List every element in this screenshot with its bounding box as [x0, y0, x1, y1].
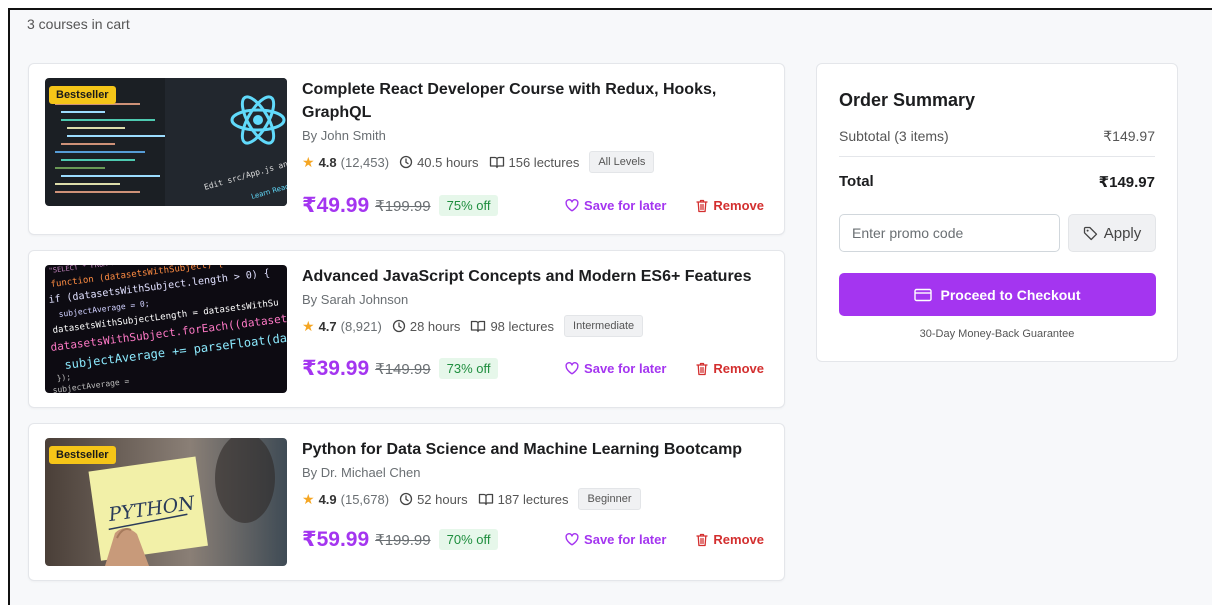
course-title-line1: Python for Data Science and Machine Lear…	[302, 441, 743, 458]
subtotal-value: ₹149.97	[1103, 128, 1155, 144]
course-meta: ★ 4.9 (15,678) 52 hours 187 lectures Beg…	[302, 488, 764, 510]
summary-divider	[839, 156, 1155, 157]
course-rating: 4.9	[318, 491, 337, 507]
ratings-count: (12,453)	[340, 154, 390, 170]
remove-label: Remove	[713, 532, 764, 547]
total-label: Total	[839, 173, 874, 190]
book-open-icon	[489, 155, 505, 169]
cart-count: 3 courses in cart	[27, 16, 130, 32]
bestseller-badge: Bestseller	[49, 86, 116, 104]
order-summary-title: Order Summary	[839, 90, 976, 110]
original-price: ₹199.99	[375, 197, 431, 215]
remove-button[interactable]: Remove	[696, 361, 764, 376]
book-open-icon	[470, 319, 486, 333]
discount-badge: 73% off	[438, 358, 499, 379]
ratings-count: (8,921)	[340, 318, 382, 334]
subtotal-row: Subtotal (3 items) ₹149.97	[839, 128, 1155, 145]
save-for-later-button[interactable]: Save for later	[565, 361, 666, 376]
apply-label: Apply	[1103, 224, 1142, 242]
clock-icon	[399, 155, 413, 169]
course-card-javascript: "SELECT * FROM marks WHERE subject funct…	[28, 250, 785, 408]
apply-promo-button[interactable]: Apply	[1068, 214, 1156, 252]
promo-code-input[interactable]	[839, 214, 1060, 252]
original-price: ₹199.99	[375, 531, 431, 549]
remove-button[interactable]: Remove	[696, 532, 764, 547]
save-label: Save for later	[584, 361, 667, 376]
course-title-line2: GraphQL	[302, 104, 372, 121]
course-hours: 40.5 hours	[417, 154, 479, 170]
credit-card-icon	[914, 288, 933, 301]
course-author: By Dr. Michael Chen	[302, 465, 421, 480]
course-price: ₹39.99	[302, 357, 370, 380]
original-price: ₹149.99	[375, 360, 431, 378]
discount-badge: 75% off	[438, 195, 499, 216]
remove-button[interactable]: Remove	[696, 198, 764, 213]
level-badge: All Levels	[589, 151, 655, 173]
javascript-code-image: "SELECT * FROM marks WHERE subject funct…	[45, 265, 287, 393]
save-label: Save for later	[584, 198, 667, 213]
ratings-count: (15,678)	[340, 491, 390, 507]
course-card-react: Edit src/App.js and save to Learn React …	[28, 63, 785, 235]
course-author: By John Smith	[302, 128, 386, 143]
proceed-to-checkout-button[interactable]: Proceed to Checkout	[839, 273, 1156, 316]
course-hours: 52 hours	[417, 491, 468, 507]
course-price: ₹49.99	[302, 194, 370, 217]
save-for-later-button[interactable]: Save for later	[565, 198, 666, 213]
star-icon: ★	[302, 490, 315, 507]
heart-icon	[565, 199, 579, 212]
trash-icon	[696, 199, 709, 212]
svg-text:});: });	[56, 372, 71, 383]
remove-label: Remove	[713, 198, 764, 213]
trash-icon	[696, 533, 709, 546]
course-price: ₹59.99	[302, 528, 370, 551]
course-title-line1: Advanced JavaScript Concepts and Modern …	[302, 268, 752, 285]
tag-icon	[1083, 226, 1097, 240]
course-author: By Sarah Johnson	[302, 292, 409, 307]
star-icon: ★	[302, 317, 315, 334]
level-badge: Intermediate	[564, 315, 644, 337]
heart-icon	[565, 362, 579, 375]
heart-icon	[565, 533, 579, 546]
clock-icon	[399, 492, 413, 506]
course-thumbnail[interactable]: PYTHON Bestseller	[45, 438, 287, 566]
course-hours: 28 hours	[409, 318, 461, 334]
course-lectures: 156 lectures	[508, 154, 580, 170]
level-badge: Beginner	[578, 488, 641, 510]
course-lectures: 98 lectures	[490, 318, 555, 334]
money-back-guarantee: 30-Day Money-Back Guarantee	[919, 328, 1075, 340]
course-meta: ★ 4.7 (8,921) 28 hours 98 lectures Inter…	[302, 315, 764, 337]
save-for-later-button[interactable]: Save for later	[565, 532, 666, 547]
total-value: ₹149.97	[1098, 174, 1155, 191]
star-icon: ★	[302, 153, 315, 170]
clock-icon	[392, 319, 406, 333]
save-label: Save for later	[584, 532, 667, 547]
trash-icon	[696, 362, 709, 375]
total-row: Total ₹149.97	[839, 173, 1155, 191]
bestseller-badge: Bestseller	[49, 446, 116, 464]
subtotal-label: Subtotal (3 items)	[839, 128, 949, 144]
discount-badge: 70% off	[438, 529, 499, 550]
checkout-label: Proceed to Checkout	[940, 286, 1081, 303]
remove-label: Remove	[713, 361, 764, 376]
course-rating: 4.8	[318, 154, 337, 170]
course-card-python: PYTHON Bestseller Python for Data Scienc…	[28, 423, 785, 581]
course-title-line1: Complete React Developer Course with Red…	[302, 81, 717, 98]
course-meta: ★ 4.8 (12,453) 40.5 hours 156 lectures A…	[302, 151, 764, 173]
order-summary-panel: Order Summary Subtotal (3 items) ₹149.97…	[816, 63, 1178, 362]
course-title[interactable]: Advanced JavaScript Concepts and Modern …	[302, 265, 764, 288]
course-thumbnail[interactable]: "SELECT * FROM marks WHERE subject funct…	[45, 265, 287, 393]
course-title[interactable]: Complete React Developer Course with Red…	[302, 78, 764, 124]
course-rating: 4.7	[318, 318, 337, 334]
course-title[interactable]: Python for Data Science and Machine Lear…	[302, 438, 764, 461]
course-lectures: 187 lectures	[497, 491, 569, 507]
course-thumbnail[interactable]: Edit src/App.js and save to Learn React …	[45, 78, 287, 206]
book-open-icon	[478, 492, 494, 506]
